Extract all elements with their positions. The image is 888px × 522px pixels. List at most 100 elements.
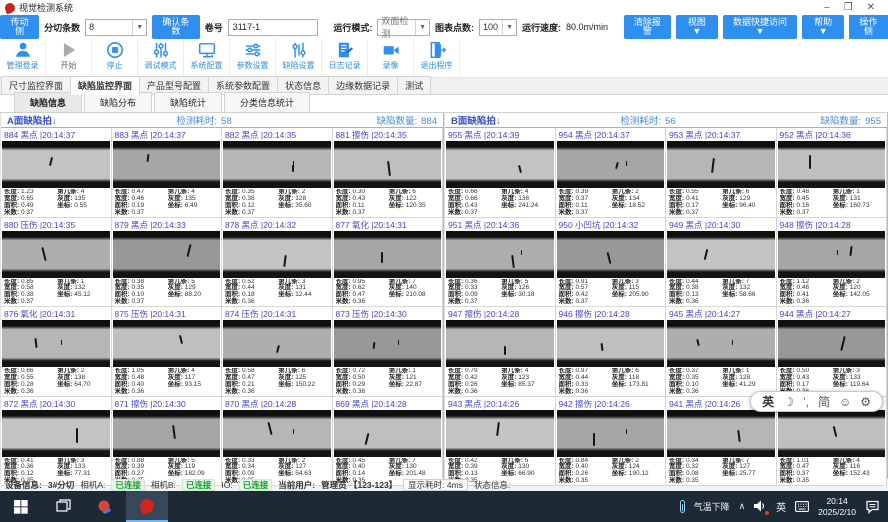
defect-cell[interactable]: 873 压伤 |20:14:30长度: 0.72宽度: 0.50面积: 0.29…: [333, 307, 444, 397]
defect-cell[interactable]: 943 黑点 |20:14:26长度: 0.42宽度: 0.39面积: 0.13…: [445, 397, 556, 487]
debug-mode-button[interactable]: 调试模式: [138, 39, 184, 77]
defect-cell[interactable]: 952 黑点 |20:14:36长度: 0.48宽度: 0.45面积: 0.16…: [777, 128, 888, 218]
defect-cell[interactable]: 875 压伤 |20:14:31长度: 1.05宽度: 0.48面积: 0.40…: [112, 307, 223, 397]
defect-info-left: 长度: 1.23宽度: 0.65面积: 0.49米数: 0.37: [4, 189, 56, 217]
chevron-down-icon: ▼: [132, 20, 143, 35]
defect-info-left: 长度: 1.01宽度: 0.47面积: 0.37米数: 0.35: [780, 458, 832, 486]
data-quick-access-button[interactable]: 数据快捷访问 ▼: [723, 15, 798, 39]
ime-lang-toggle[interactable]: 英: [762, 396, 774, 408]
main-tab-bar: 尺寸监控界面缺陷监控界面产品型号配置系统参数配置状态信息边缘数据记录测试: [0, 78, 888, 95]
ime-emoji-icon[interactable]: ☺: [839, 396, 851, 408]
defect-mark: [188, 250, 189, 255]
defect-settings-button[interactable]: 缺陷设置: [276, 39, 322, 77]
taskbar-active-app-button[interactable]: [126, 491, 168, 522]
defect-cell[interactable]: 881 擦伤 |20:14:35长度: 0.30宽度: 0.43面积: 0.11…: [333, 128, 444, 218]
confirm-count-button[interactable]: 确认条数: [152, 15, 200, 39]
defect-cell[interactable]: 880 压伤 |20:14:35长度: 0.85宽度: 0.58面积: 0.38…: [1, 218, 112, 308]
defect-cell[interactable]: 872 黑点 |20:14:30长度: 0.41宽度: 0.36面积: 0.12…: [1, 397, 112, 487]
defect-cell[interactable]: 944 黑点 |20:14:27长度: 0.50宽度: 0.43面积: 0.17…: [777, 307, 888, 397]
slit-count-select[interactable]: 8 ▼: [85, 19, 147, 36]
sub-tab-1[interactable]: 缺陷分布: [84, 92, 152, 112]
defect-info-right: 第几条: 2灰度: 138坐标: 64.70: [57, 368, 109, 396]
defect-cell[interactable]: 878 黑点 |20:14:32长度: 0.52宽度: 0.44面积: 0.18…: [222, 218, 333, 308]
defect-mark: [284, 255, 287, 267]
maximize-button[interactable]: ❐: [844, 2, 853, 13]
defect-cell[interactable]: 945 黑点 |20:14:27长度: 0.37宽度: 0.35面积: 0.10…: [666, 307, 777, 397]
defect-info-right: 第几条: 2灰度: 120坐标: 142.05: [833, 279, 885, 307]
system-config-button[interactable]: 系统配置: [184, 39, 230, 77]
system-tray: 气温下降 ∧ 英 20:14 2025/2/10: [680, 491, 888, 522]
defect-cell[interactable]: 870 黑点 |20:14:28长度: 0.33宽度: 0.34面积: 0.09…: [222, 397, 333, 487]
defect-cell[interactable]: 879 黑点 |20:14:33长度: 0.38宽度: 0.35面积: 0.10…: [112, 218, 223, 308]
recording-button[interactable]: 录像: [368, 39, 414, 77]
defect-cell[interactable]: 948 擦伤 |20:14:28长度: 1.12宽度: 0.46面积: 0.41…: [777, 218, 888, 308]
admin-login-button[interactable]: 管理登录: [0, 39, 46, 77]
log-record-button[interactable]: 日志记录: [322, 39, 368, 77]
defect-image: [667, 231, 775, 278]
main-tab-5[interactable]: 边缘数据记录: [328, 76, 398, 94]
icon-toolbar: 管理登录 开始 停止 调试模式 系统配置 参数设置 缺陷设置 日志记录: [0, 39, 888, 78]
minimize-button[interactable]: –: [824, 2, 830, 13]
defect-cell[interactable]: 883 黑点 |20:14:37长度: 0.47宽度: 0.46面积: 0.19…: [112, 128, 223, 218]
defect-cell[interactable]: 942 擦伤 |20:14:26长度: 0.84宽度: 0.40面积: 0.26…: [556, 397, 667, 487]
defect-image: [113, 141, 221, 188]
view-menu-button[interactable]: 视图 ▼: [676, 15, 717, 39]
notification-center-icon[interactable]: [865, 500, 880, 514]
defect-info-left: 长度: 0.91宽度: 0.57面积: 0.42米数: 0.37: [559, 279, 611, 307]
defect-mark: [511, 255, 515, 268]
defect-cell[interactable]: 949 黑点 |20:14:30长度: 0.44宽度: 0.38面积: 0.13…: [666, 218, 777, 308]
defect-label: 945 黑点 |20:14:27: [666, 307, 776, 320]
defect-cell[interactable]: 877 氧化 |20:14:31长度: 0.95宽度: 0.62面积: 0.47…: [333, 218, 444, 308]
defect-mark: [615, 162, 619, 169]
ime-settings-gear-icon[interactable]: ⚙: [860, 396, 871, 408]
chart-points-select[interactable]: 100 ▼: [479, 19, 517, 36]
operator-side-button[interactable]: 操作侧: [849, 15, 888, 39]
taskbar-app-button[interactable]: [84, 491, 126, 522]
task-view-button[interactable]: [42, 491, 84, 522]
stop-button[interactable]: 停止: [92, 39, 138, 77]
defect-cell[interactable]: 947 擦伤 |20:14:28长度: 0.79宽度: 0.42面积: 0.26…: [445, 307, 556, 397]
roll-number-input[interactable]: 3117-1: [228, 19, 318, 36]
defect-cell[interactable]: 869 黑点 |20:14:28长度: 0.45宽度: 0.40面积: 0.14…: [333, 397, 444, 487]
defect-cell[interactable]: 874 压伤 |20:14:31长度: 0.58宽度: 0.47面积: 0.21…: [222, 307, 333, 397]
sub-tab-0[interactable]: 缺陷信息: [14, 92, 82, 112]
defect-mark: [703, 249, 708, 260]
ime-fullhalf-moon-icon[interactable]: ☽: [783, 396, 794, 408]
touch-keyboard-icon[interactable]: [795, 501, 809, 512]
parameter-settings-button[interactable]: 参数设置: [230, 39, 276, 77]
start-button[interactable]: 开始: [46, 39, 92, 77]
tray-expand-chevron[interactable]: ∧: [739, 501, 746, 512]
defect-cell[interactable]: 871 擦伤 |20:14:30长度: 0.88宽度: 0.39面积: 0.27…: [112, 397, 223, 487]
defect-cell[interactable]: 954 黑点 |20:14:37长度: 0.39宽度: 0.37面积: 0.11…: [556, 128, 667, 218]
defect-cell[interactable]: 950 小凹坑 |20:14:32长度: 0.91宽度: 0.57面积: 0.4…: [556, 218, 667, 308]
chevron-down-icon: ▼: [415, 20, 426, 35]
sub-tab-3[interactable]: 分类信息统计: [224, 92, 310, 112]
weather-text[interactable]: 气温下降: [694, 500, 730, 513]
defect-cell[interactable]: 955 黑点 |20:14:39长度: 0.66宽度: 0.66面积: 0.43…: [445, 128, 556, 218]
defect-cell[interactable]: 946 擦伤 |20:14:28长度: 0.97宽度: 0.44面积: 0.33…: [556, 307, 667, 397]
start-button[interactable]: [0, 491, 42, 522]
defect-cell[interactable]: 953 黑点 |20:14:37长度: 0.55宽度: 0.41面积: 0.17…: [666, 128, 777, 218]
run-mode-select[interactable]: 双面检测 ▼: [377, 19, 430, 36]
close-button[interactable]: ✕: [867, 2, 875, 13]
help-menu-button[interactable]: 帮助 ▼: [802, 15, 843, 39]
defect-cell[interactable]: 884 黑点 |20:14:37长度: 1.23宽度: 0.65面积: 0.49…: [1, 128, 112, 218]
ime-simplified-toggle[interactable]: 简: [818, 396, 830, 408]
defect-mark: [381, 252, 383, 263]
clear-alarm-button[interactable]: 清除报警: [624, 15, 672, 39]
defect-cell[interactable]: 951 黑点 |20:14:36长度: 0.36宽度: 0.33面积: 0.09…: [445, 218, 556, 308]
window-title: 视觉检测系统: [19, 1, 73, 14]
defect-cell[interactable]: 882 黑点 |20:14:35长度: 0.35宽度: 0.38面积: 0.12…: [222, 128, 333, 218]
defect-image: [778, 141, 886, 188]
sub-tab-2[interactable]: 缺陷统计: [154, 92, 222, 112]
drive-side-button[interactable]: 传动侧: [0, 15, 39, 39]
ime-punctuation-toggle[interactable]: ’,: [803, 396, 809, 408]
main-tab-6[interactable]: 测试: [397, 76, 431, 94]
defect-mark: [179, 334, 183, 343]
clock[interactable]: 20:14 2025/2/10: [818, 496, 856, 517]
exit-program-button[interactable]: 退出程序: [414, 39, 460, 77]
defect-cell[interactable]: 876 氧化 |20:14:31长度: 0.66宽度: 0.55面积: 0.28…: [1, 307, 112, 397]
volume-icon[interactable]: [754, 500, 767, 514]
ime-language-indicator[interactable]: 英: [776, 499, 786, 514]
main-tab-1[interactable]: 缺陷监控界面: [70, 76, 140, 95]
